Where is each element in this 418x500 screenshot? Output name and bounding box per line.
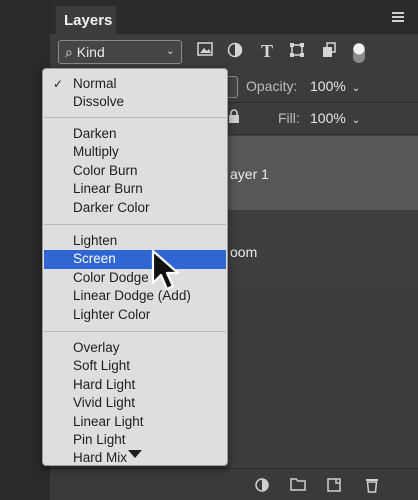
opacity-value[interactable]: 100% ⌄ xyxy=(310,78,360,94)
layers-bottom-bar xyxy=(50,468,418,500)
menu-item-dissolve[interactable]: Dissolve xyxy=(44,93,226,111)
menu-item-lighter-color[interactable]: Lighter Color xyxy=(44,306,226,324)
fill-label: Fill: xyxy=(278,110,300,126)
menu-divider xyxy=(44,224,226,225)
image-filter-icon[interactable] xyxy=(196,42,214,60)
tab-layers[interactable]: Layers xyxy=(56,6,116,34)
menu-item-linear-light[interactable]: Linear Light xyxy=(44,413,226,431)
menu-item-color-dodge[interactable]: Color Dodge xyxy=(44,269,226,287)
menu-item-color-burn[interactable]: Color Burn xyxy=(44,162,226,180)
scroll-down-arrow-icon[interactable] xyxy=(128,450,142,458)
menu-item-darken[interactable]: Darken xyxy=(44,125,226,143)
menu-item-vivid-light[interactable]: Vivid Light xyxy=(44,394,226,412)
menu-item-linear-burn[interactable]: Linear Burn xyxy=(44,180,226,198)
kind-filter-select[interactable]: ⌕ Kind ⌄ xyxy=(58,40,182,64)
menu-item-pin-light[interactable]: Pin Light xyxy=(44,431,226,449)
new-layer-icon[interactable] xyxy=(326,477,342,493)
shape-filter-icon[interactable] xyxy=(288,42,306,60)
menu-item-screen[interactable]: Screen xyxy=(44,250,226,269)
trash-icon[interactable] xyxy=(364,477,380,493)
menu-item-linear-dodge-add[interactable]: Linear Dodge (Add) xyxy=(44,287,226,305)
chevron-down-icon: ⌄ xyxy=(165,45,175,57)
layer-name: oom xyxy=(230,244,258,260)
lock-icon[interactable] xyxy=(228,109,240,126)
menu-item-soft-light[interactable]: Soft Light xyxy=(44,357,226,375)
search-icon: ⌕ xyxy=(65,44,73,60)
filter-toggle-icon[interactable] xyxy=(350,42,368,63)
menu-item-normal[interactable]: ✓ Normal xyxy=(44,75,226,93)
menu-item-hard-light[interactable]: Hard Light xyxy=(44,376,226,394)
kind-label: Kind xyxy=(76,44,105,60)
menu-item-lighten[interactable]: Lighten xyxy=(44,232,226,250)
menu-item-darker-color[interactable]: Darker Color xyxy=(44,199,226,217)
panel-menu-icon[interactable] xyxy=(392,12,404,22)
fill-value[interactable]: 100% ⌄ xyxy=(310,110,360,126)
filter-toolbar: ⌕ Kind ⌄ T xyxy=(50,34,418,68)
menu-divider xyxy=(44,331,226,332)
opacity-label: Opacity: xyxy=(246,78,298,94)
panel-tabbar: Layers xyxy=(50,0,418,34)
menu-divider xyxy=(44,117,226,118)
adjustment-filter-icon[interactable] xyxy=(226,42,244,60)
chevron-down-icon: ⌄ xyxy=(351,83,361,94)
menu-item-multiply[interactable]: Multiply xyxy=(44,143,226,161)
group-folder-icon[interactable] xyxy=(290,477,306,493)
chevron-down-icon: ⌄ xyxy=(351,115,361,126)
check-icon: ✓ xyxy=(53,77,64,91)
smart-object-filter-icon[interactable] xyxy=(320,42,338,60)
adjustment-layer-icon[interactable] xyxy=(254,477,270,493)
layer-name: ayer 1 xyxy=(230,166,269,182)
menu-item-overlay[interactable]: Overlay xyxy=(44,339,226,357)
text-filter-icon[interactable]: T xyxy=(258,42,276,60)
blend-mode-dropdown: ✓ Normal Dissolve Darken Multiply Color … xyxy=(42,68,228,466)
mouse-pointer-icon xyxy=(151,249,180,291)
